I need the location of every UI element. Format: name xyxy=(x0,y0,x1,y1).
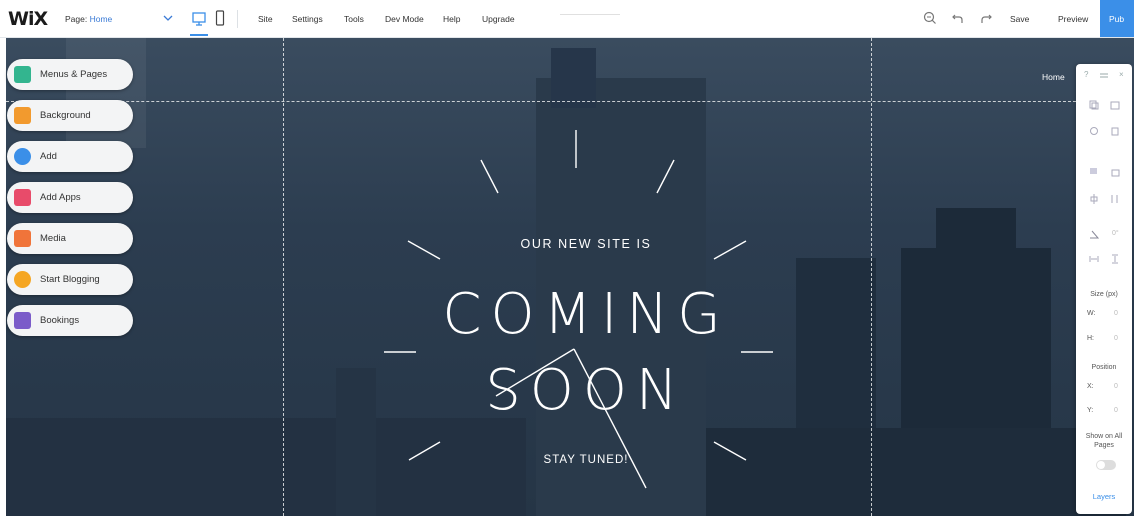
bookings-label: Bookings xyxy=(40,315,80,326)
rotate-icon[interactable] xyxy=(1089,229,1099,239)
menu-settings[interactable]: Settings xyxy=(292,14,323,24)
wix-logo: WiX xyxy=(8,8,48,30)
close-icon[interactable]: × xyxy=(1119,70,1124,79)
help-icon[interactable]: ? xyxy=(1084,70,1088,79)
background-label: Background xyxy=(40,110,91,121)
copy-icon[interactable] xyxy=(1089,100,1099,110)
site-canvas[interactable]: OUR NEW SITE IS COMING SOON STAY TUNED! … xyxy=(6,38,1134,516)
y-label: Y: xyxy=(1087,407,1094,414)
menu-upgrade[interactable]: Upgrade xyxy=(482,14,515,24)
bookings-icon xyxy=(14,312,31,329)
redo-icon[interactable] xyxy=(978,10,994,26)
delete-icon[interactable] xyxy=(1110,126,1120,136)
zoom-icon[interactable] xyxy=(922,10,938,26)
site-menu-home[interactable]: Home xyxy=(1042,72,1065,82)
headline-soon[interactable]: SOON xyxy=(446,358,726,423)
add-apps-icon xyxy=(14,189,31,206)
add-label: Add xyxy=(40,151,57,162)
size-label: Size (px) xyxy=(1090,291,1118,298)
menu-dev-mode[interactable]: Dev Mode xyxy=(385,14,424,24)
headline-intro[interactable]: OUR NEW SITE IS xyxy=(486,237,686,251)
page-selector-label: Page: xyxy=(65,14,88,24)
sunburst-decoration xyxy=(384,130,773,489)
width-input[interactable]: 0 xyxy=(1114,310,1118,317)
stretch-width-icon[interactable] xyxy=(1089,254,1099,264)
media-icon xyxy=(14,230,31,247)
publish-button[interactable]: Pub xyxy=(1100,0,1134,37)
add-button[interactable]: Add xyxy=(7,141,133,172)
show-on-all-pages-label-2: Pages xyxy=(1094,442,1114,449)
start-blogging-label: Start Blogging xyxy=(40,274,100,285)
menu-site[interactable]: Site xyxy=(258,14,273,24)
save-button[interactable]: Save xyxy=(1010,14,1029,24)
background-icon xyxy=(14,107,31,124)
rotate-degree-icon: 0° xyxy=(1112,230,1119,237)
preview-button[interactable]: Preview xyxy=(1058,14,1088,24)
mobile-view-icon[interactable] xyxy=(215,10,225,26)
menu-help[interactable]: Help xyxy=(443,14,460,24)
width-label: W: xyxy=(1087,310,1096,317)
menus-pages-icon xyxy=(14,66,31,83)
desktop-view-indicator xyxy=(190,34,208,36)
desktop-view-icon[interactable] xyxy=(192,10,206,30)
position-label: Position xyxy=(1091,364,1117,371)
menu-lines-icon[interactable] xyxy=(1099,71,1109,81)
distribute-icon[interactable] xyxy=(1110,194,1120,204)
add-icon xyxy=(14,148,31,165)
add-apps-button[interactable]: Add Apps xyxy=(7,182,133,213)
layers-link[interactable]: Layers xyxy=(1076,492,1132,501)
start-blogging-button[interactable]: Start Blogging xyxy=(7,264,133,295)
show-on-all-pages-label: Show on All xyxy=(1085,433,1123,440)
align-icon[interactable] xyxy=(1089,194,1099,204)
editor-topbar: WiX Page: Home Site Settings Tools Dev M… xyxy=(0,0,1134,38)
paste-icon[interactable] xyxy=(1110,100,1120,110)
show-on-all-pages-toggle[interactable] xyxy=(1096,460,1116,470)
headline-stay-tuned[interactable]: STAY TUNED! xyxy=(486,454,686,466)
properties-panel: ? × 0° Size (px) W: 0 H: 0 Position X: 0… xyxy=(1076,64,1132,514)
add-apps-label: Add Apps xyxy=(40,192,81,203)
height-input[interactable]: 0 xyxy=(1114,335,1118,342)
media-label: Media xyxy=(40,233,66,244)
menu-tools[interactable]: Tools xyxy=(344,14,364,24)
blog-icon xyxy=(14,271,31,288)
media-button[interactable]: Media xyxy=(7,223,133,254)
page-selector-value: Home xyxy=(89,14,113,24)
arrange-back-icon[interactable] xyxy=(1110,167,1120,177)
menus-pages-label: Menus & Pages xyxy=(40,69,108,80)
x-input[interactable]: 0 xyxy=(1114,383,1118,390)
page-selector[interactable]: Page: Home xyxy=(65,14,112,24)
chevron-down-icon[interactable] xyxy=(162,12,174,24)
arrange-front-icon[interactable] xyxy=(1089,167,1099,177)
menus-pages-button[interactable]: Menus & Pages xyxy=(7,59,133,90)
duplicate-icon[interactable] xyxy=(1089,126,1099,136)
headline-coming[interactable]: COMING xyxy=(406,282,766,347)
undo-icon[interactable] xyxy=(950,10,966,26)
publish-button-label: Pub xyxy=(1109,14,1125,24)
x-label: X: xyxy=(1087,383,1094,390)
y-input[interactable]: 0 xyxy=(1114,407,1118,414)
topbar-divider-line xyxy=(560,14,620,15)
height-label: H: xyxy=(1087,335,1094,342)
topbar-divider xyxy=(237,10,238,28)
bookings-button[interactable]: Bookings xyxy=(7,305,133,336)
stretch-height-icon[interactable] xyxy=(1110,254,1120,264)
background-button[interactable]: Background xyxy=(7,100,133,131)
